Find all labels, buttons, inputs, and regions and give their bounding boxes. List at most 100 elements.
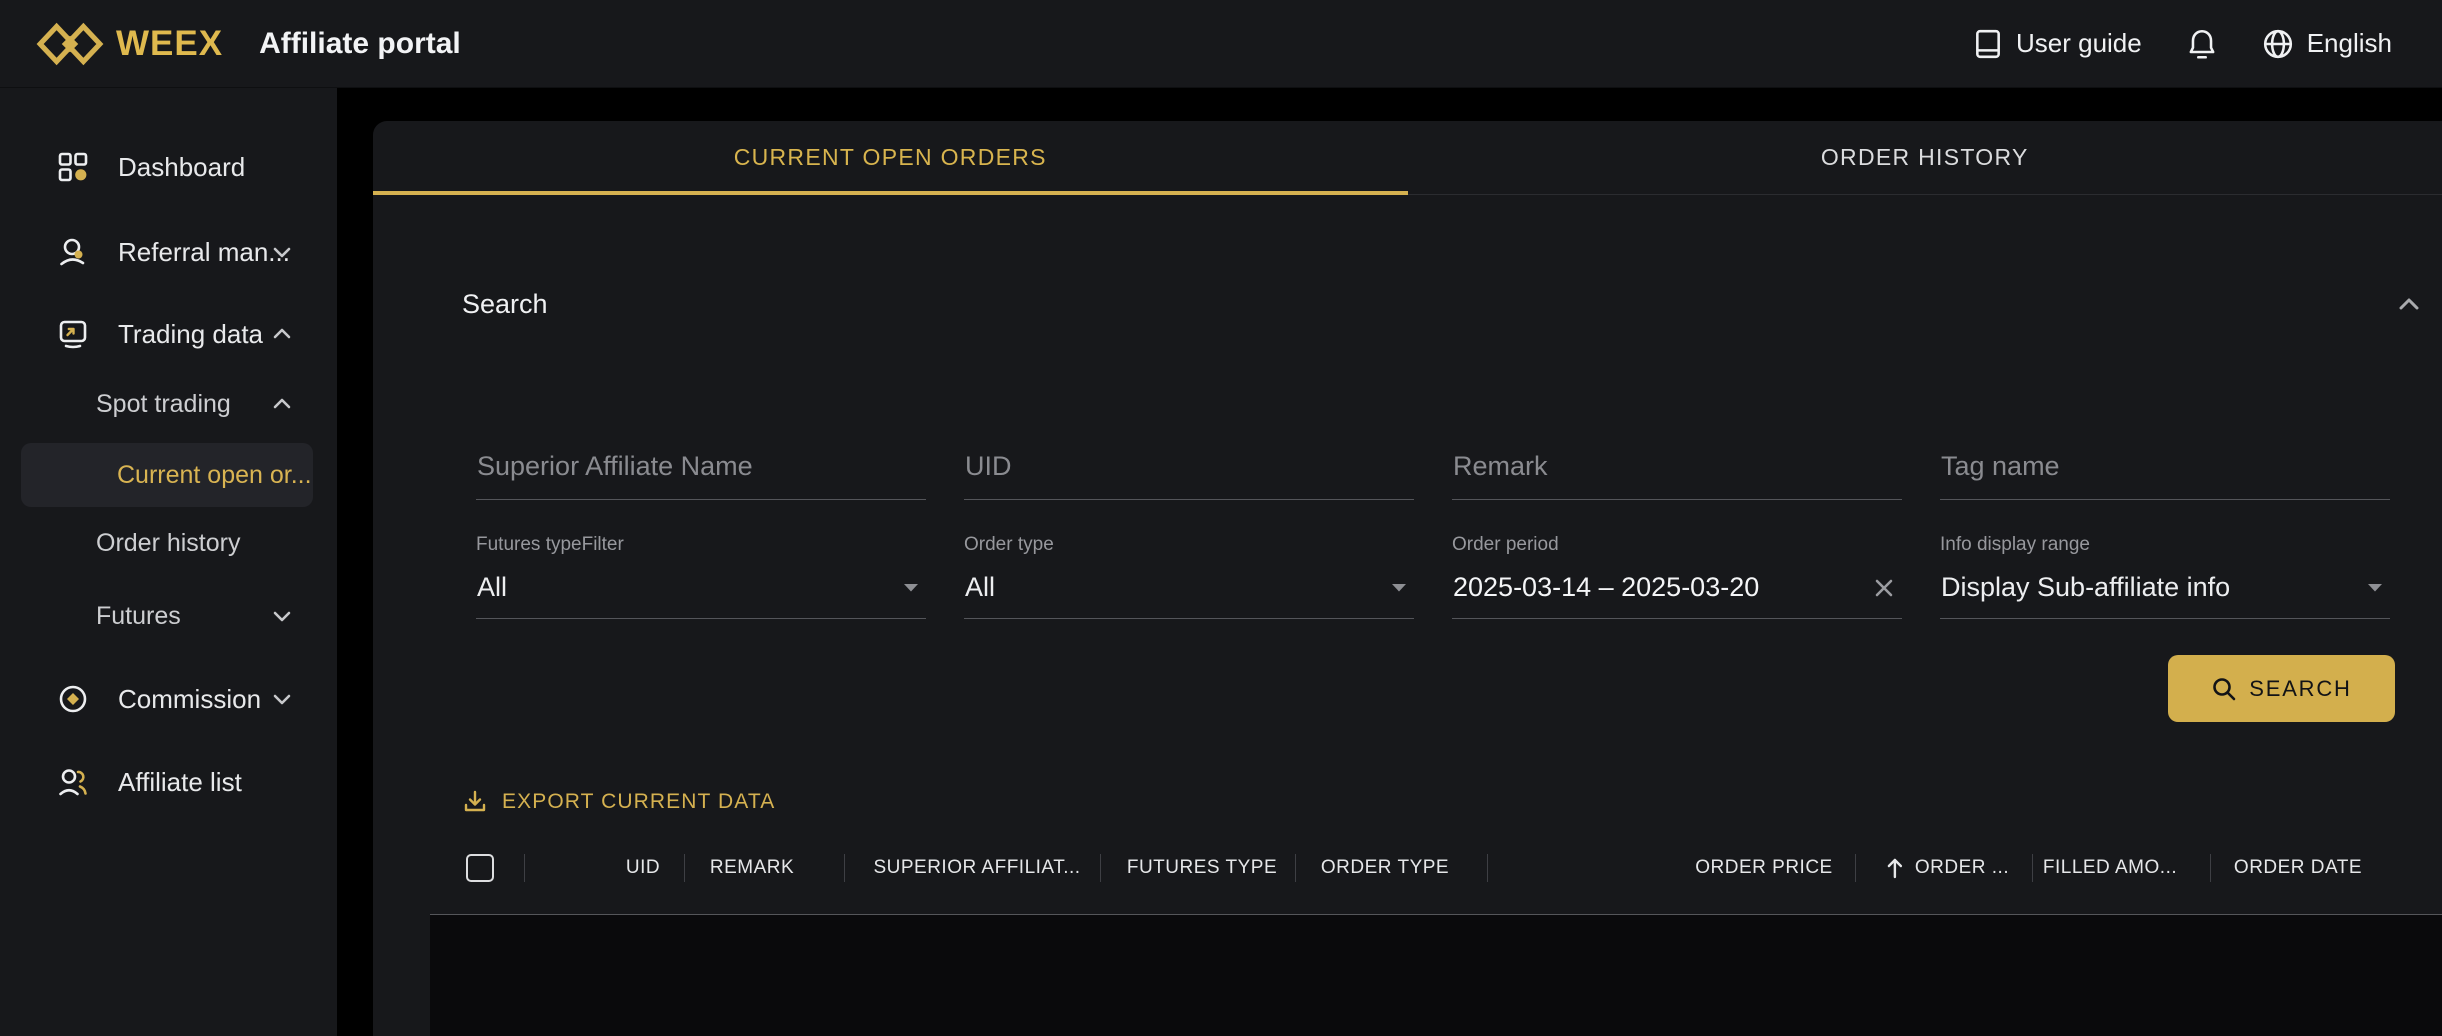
sort-ascending-icon [1885,857,1905,879]
superior-affiliate-name-input[interactable] [476,451,926,500]
brand-name: WEEX [116,24,223,64]
chevron-down-icon [271,609,293,623]
affiliate-list-icon [58,767,88,797]
search-icon [2211,676,2237,702]
column-separator [2210,854,2211,882]
column-header-label: ORDER ... [1915,857,2009,879]
trading-data-icon [58,319,88,349]
column-separator [1487,854,1488,882]
chevron-up-icon [271,327,293,341]
sidebar-item-dashboard[interactable]: Dashboard [0,139,337,195]
filter-info-display-range: Info display range Display Sub-affiliate… [1940,534,2390,619]
caret-down-icon [902,582,920,593]
search-button[interactable]: SEARCH [2168,655,2395,722]
sidebar-item-label: Futures [96,602,181,631]
field-tag-name [1940,451,2390,500]
column-header-remark: REMARK [710,857,794,879]
filter-order-type: Order type All [964,534,1414,619]
notifications-button[interactable] [2186,27,2218,61]
affiliate-portal-app: WEEX Affiliate portal User guide [0,0,2442,1036]
filter-futures-type: Futures typeFilter All [476,534,926,619]
tag-name-input[interactable] [1940,451,2390,500]
column-separator [2032,854,2033,882]
sidebar-item-commission[interactable]: Commission [0,671,337,727]
sidebar-item-referral-management[interactable]: Referral man... [0,224,337,280]
sidebar-item-spot-trading[interactable]: Spot trading [0,376,337,432]
caret-down-icon [2366,582,2384,593]
referral-person-icon [58,237,88,267]
column-header-order-sortable[interactable]: ORDER ... [1885,857,2009,879]
order-period-datepicker[interactable]: 2025-03-14 – 2025-03-20 [1452,572,1902,619]
sidebar-item-label: Order history [96,529,240,558]
user-guide-label: User guide [2016,28,2142,59]
main-panel: CURRENT OPEN ORDERS ORDER HISTORY Search… [373,121,2442,1036]
page-title: Affiliate portal [259,27,461,61]
field-remark [1452,451,1902,500]
date-range-value: 2025-03-14 – 2025-03-20 [1453,572,1759,603]
field-uid [964,451,1414,500]
globe-icon [2262,28,2294,60]
selected-value: All [477,572,507,603]
dashboard-icon [58,152,88,182]
column-separator [844,854,845,882]
search-section-title: Search [462,289,548,320]
orders-tabbar: CURRENT OPEN ORDERS ORDER HISTORY [373,121,2442,195]
filter-label: Order period [1452,534,1902,556]
column-separator [1295,854,1296,882]
column-separator [1855,854,1856,882]
language-label: English [2307,28,2392,59]
sidebar-item-label: Trading data [118,319,263,350]
sidebar: Dashboard Referral man... [0,88,337,1036]
selected-value: All [965,572,995,603]
weex-logo-icon [36,21,104,67]
info-display-range-select[interactable]: Display Sub-affiliate info [1940,572,2390,619]
topbar: WEEX Affiliate portal User guide [0,0,2442,88]
order-type-select[interactable]: All [964,572,1414,619]
sidebar-item-label: Dashboard [118,152,245,183]
filter-label: Futures typeFilter [476,534,926,556]
select-all-checkbox[interactable] [466,854,494,882]
column-header-filled-amount: FILLED AMO... [2043,857,2177,879]
futures-type-select[interactable]: All [476,572,926,619]
clear-date-icon[interactable] [1872,576,1896,600]
filter-label: Order type [964,534,1414,556]
filter-order-period: Order period 2025-03-14 – 2025-03-20 [1452,534,1902,619]
user-guide-button[interactable]: User guide [1973,28,2142,60]
sidebar-item-label: Affiliate list [118,767,242,798]
column-header-order-type: ORDER TYPE [1321,857,1449,879]
column-separator [524,854,525,882]
sidebar-item-label: Commission [118,684,261,715]
sidebar-item-affiliate-list[interactable]: Affiliate list [0,754,337,810]
tab-current-open-orders[interactable]: CURRENT OPEN ORDERS [373,121,1408,194]
selected-value: Display Sub-affiliate info [1941,572,2230,603]
brand-home-link[interactable]: WEEX Affiliate portal [36,21,461,67]
chevron-down-icon [271,245,293,259]
uid-input[interactable] [964,451,1414,500]
field-superior-affiliate-name [476,451,926,500]
search-button-label: SEARCH [2249,676,2352,702]
column-separator [1100,854,1101,882]
filter-label: Info display range [1940,534,2390,556]
export-label: EXPORT CURRENT DATA [502,790,775,814]
collapse-search-button[interactable] [2394,289,2424,319]
remark-input[interactable] [1452,451,1902,500]
sidebar-item-trading-data[interactable]: Trading data [0,306,337,362]
caret-down-icon [1390,582,1408,593]
column-header-futures-type: FUTURES TYPE [1127,857,1277,879]
active-tab-underline [373,191,1408,195]
chevron-down-icon [271,692,293,706]
language-selector[interactable]: English [2262,28,2392,60]
chevron-up-icon [271,397,293,411]
topbar-actions: User guide English [1973,27,2392,61]
bell-icon [2186,27,2218,61]
sidebar-item-order-history[interactable]: Order history [0,515,337,571]
sidebar-item-label: Spot trading [96,390,231,419]
export-current-data-button[interactable]: EXPORT CURRENT DATA [462,789,775,815]
orders-table-body-empty [430,915,2442,1036]
column-header-order-date: ORDER DATE [2234,857,2362,879]
tab-order-history[interactable]: ORDER HISTORY [1408,121,2442,194]
download-icon [462,789,488,815]
orders-table-header: UID REMARK SUPERIOR AFFILIAT... FUTURES … [373,839,2442,897]
sidebar-item-current-open-orders[interactable]: Current open or... [21,443,313,507]
sidebar-item-futures[interactable]: Futures [0,588,337,644]
